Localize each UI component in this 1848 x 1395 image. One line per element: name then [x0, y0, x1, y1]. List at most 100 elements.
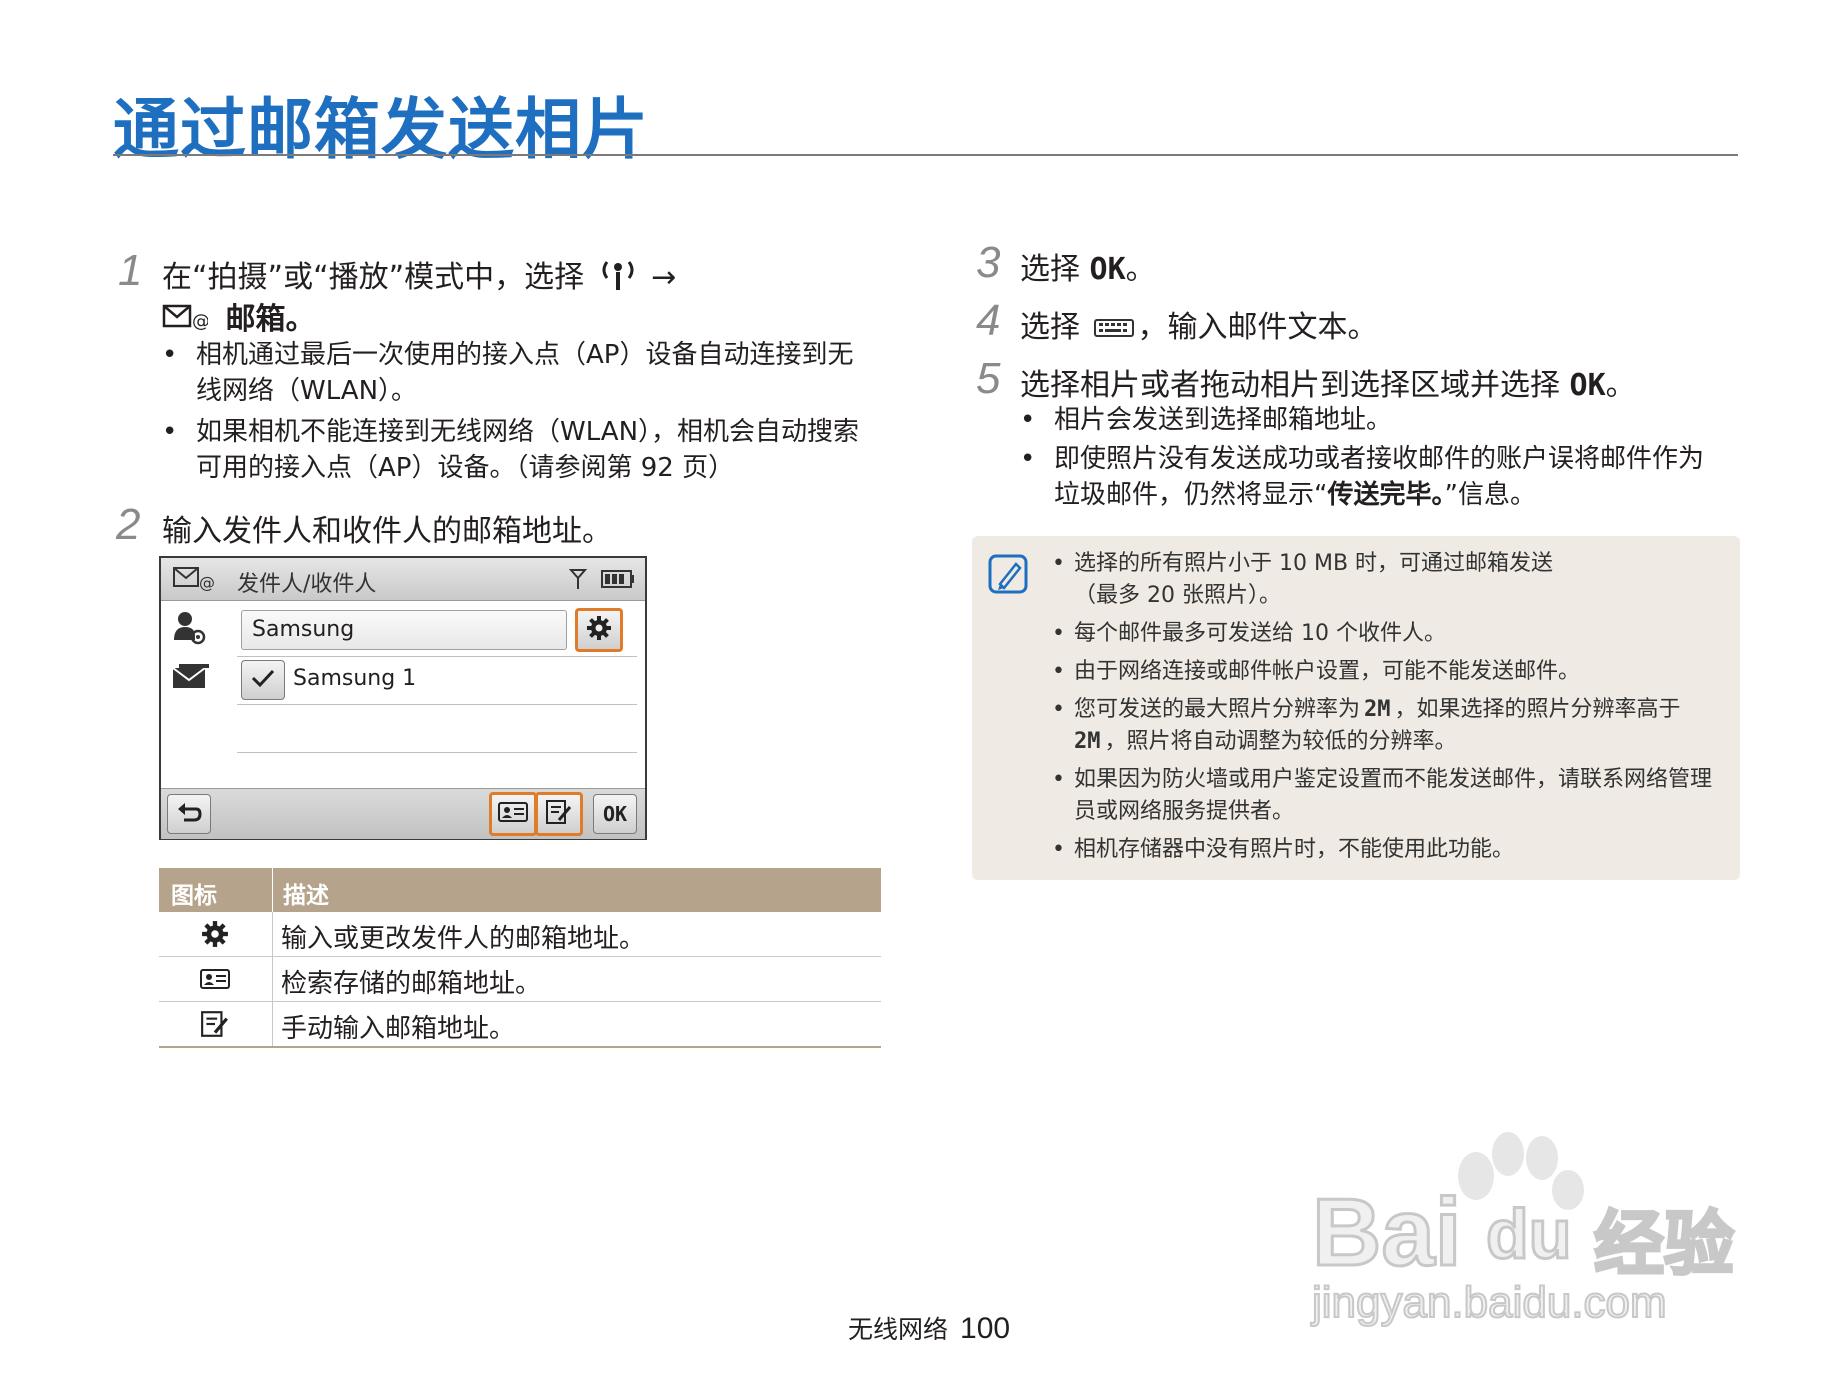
cell-divider [272, 1002, 273, 1046]
edit-note-icon [197, 1009, 233, 1039]
recipient-value: Samsung 1 [293, 666, 417, 691]
watermark-brand: Bai [1310, 1178, 1462, 1288]
bullet-text: 如果相机不能连接到无线网络（WLAN），相机会自动搜索 [196, 417, 860, 447]
note-item-3: • 由于网络连接或邮件帐户设置，可能不能发送邮件。 [1052, 656, 1714, 688]
step-5-bullet-1: • 相片会发送到选择邮箱地址。 [1020, 402, 1734, 438]
step-5-label: 选择相片或者拖动相片到选择区域并选择 [1020, 368, 1560, 403]
step-1-bullet-2: • 如果相机不能连接到无线网络（WLAN），相机会自动搜索 可用的接入点（AP）… [162, 414, 916, 486]
note-text: ，照片将自动调整为较低的分辨率。 [1104, 729, 1457, 754]
signal-icon [568, 568, 588, 594]
bullet-text: 线网络（WLAN）。 [196, 376, 418, 406]
ok-label: OK [602, 802, 628, 826]
sender-value: Samsung [252, 617, 355, 642]
watermark-url: jingyan.baidu.com [1311, 1277, 1668, 1328]
step-2-number: 2 [116, 500, 141, 549]
camera-header-title: 发件人/收件人 [237, 572, 377, 597]
camera-header-bar: @ 发件人/收件人 [161, 558, 645, 601]
manual-input-button[interactable] [535, 792, 583, 836]
col-icon-header: 图标 [171, 883, 217, 909]
note-text: 每个邮件最多可发送给 10 个收件人。 [1074, 621, 1446, 646]
email-icon: @ [173, 566, 215, 596]
note-text: 由于网络连接或邮件帐户设置，可能不能发送邮件。 [1074, 659, 1581, 684]
note-icon [988, 554, 1030, 600]
step-5-bullet-2: • 即使照片没有发送成功或者接收邮件的账户误将邮件作为 垃圾邮件，仍然将显示“传… [1020, 441, 1734, 513]
transfer-complete-message: 传送完毕。 [1327, 480, 1445, 510]
note-item-1: • 选择的所有照片小于 10 MB 时，可通过邮箱发送 （最多 20 张照片）。 [1052, 548, 1714, 612]
cell-divider [272, 957, 273, 1001]
row-divider [237, 704, 637, 705]
bullet-text-line-2: 垃圾邮件，仍然将显示“传送完毕。”信息。 [1054, 477, 1734, 513]
email-icon: @ [162, 303, 210, 339]
page-title: 通过邮箱发送相片 [113, 91, 649, 168]
step-4-number: 4 [976, 296, 1001, 345]
page-footer: 无线网络 100 [848, 1310, 1010, 1346]
step-1-number: 1 [118, 246, 143, 295]
table-row: 输入或更改发件人的邮箱地址。 [159, 912, 881, 957]
bullet-text: 相片会发送到选择邮箱地址。 [1054, 405, 1393, 435]
row-divider [237, 752, 637, 753]
note-text: ，如果选择的照片分辨率高于 [1394, 697, 1681, 722]
row-description: 输入或更改发件人的邮箱地址。 [281, 924, 646, 954]
note-item-2: • 每个邮件最多可发送给 10 个收件人。 [1052, 618, 1714, 650]
watermark-cn: 经验 [1593, 1202, 1736, 1287]
cell-divider [272, 912, 273, 956]
table-row: 检索存储的邮箱地址。 [159, 957, 881, 1002]
step-3-suffix: 。 [1125, 252, 1156, 287]
note-text: （最多 20 张照片）。 [1074, 583, 1281, 608]
recipients-icon [171, 662, 211, 696]
gear-icon [197, 919, 233, 949]
address-book-button[interactable] [489, 792, 537, 836]
note-text: 选择的所有照片小于 10 MB 时，可通过邮箱发送 [1074, 551, 1554, 576]
camera-bottom-bar: OK [161, 788, 645, 839]
ok-inline: OK [1569, 368, 1606, 403]
svg-text:@: @ [199, 573, 215, 592]
step-3-text: 选择 OK。 [1020, 244, 1156, 288]
contact-card-icon [498, 801, 528, 827]
note-box: • 选择的所有照片小于 10 MB 时，可通过邮箱发送 （最多 20 张照片）。… [972, 536, 1740, 880]
row-divider [237, 656, 637, 657]
note-text: 员或网络服务提供者。 [1074, 799, 1295, 824]
row-description: 手动输入邮箱地址。 [281, 1014, 516, 1044]
sender-gear-button[interactable] [575, 608, 623, 652]
ok-inline: OK [1089, 252, 1126, 287]
step-4-text: 选择 ，输入邮件文本。 [1020, 302, 1378, 346]
step-3-number: 3 [976, 238, 1001, 287]
back-button[interactable] [167, 794, 211, 834]
bullet-text: 可用的接入点（AP）设备。（请参阅第 92 页） [196, 453, 735, 483]
sender-settings-icon [173, 610, 207, 650]
step-2-text: 输入发件人和收件人的邮箱地址。 [162, 514, 612, 549]
note-text: 如果因为防火墙或用户鉴定设置而不能发送邮件，请联系网络管理 [1074, 767, 1713, 792]
note-text-line: 2M ，照片将自动调整为较低的分辨率。 [1074, 726, 1734, 758]
recipient-checkbox[interactable] [241, 660, 285, 700]
sender-field[interactable]: Samsung [241, 610, 567, 650]
ok-button[interactable]: OK [593, 794, 637, 834]
bullet-text: 垃圾邮件，仍然将显示“ [1054, 480, 1328, 510]
step-1-line-2: @ 邮箱。 [162, 294, 316, 339]
title-divider [113, 154, 1738, 156]
note-item-4: • 您可发送的最大照片分辨率为 2M ，如果选择的照片分辨率高于 2M ，照片将自动调… [1052, 694, 1734, 758]
svg-text:@: @ [192, 311, 208, 331]
note-text: 相机存储器中没有照片时，不能使用此功能。 [1074, 837, 1515, 862]
page-number: 100 [960, 1312, 1011, 1345]
footer-section: 无线网络 [848, 1315, 949, 1344]
bullet-text: 相机通过最后一次使用的接入点（AP）设备自动连接到无 [196, 340, 854, 370]
bullet-text: ”信息。 [1444, 480, 1536, 510]
keyboard-icon [1093, 311, 1134, 346]
resolution-2m-icon: 2M [1074, 729, 1101, 754]
step-5-number: 5 [976, 354, 1001, 403]
edit-note-icon [545, 799, 573, 829]
back-icon [176, 801, 202, 827]
contact-card-icon [197, 964, 233, 994]
check-icon [250, 668, 276, 692]
note-text-line: 您可发送的最大照片分辨率为 2M ，如果选择的照片分辨率高于 [1074, 694, 1734, 726]
step-1-bullet-1: • 相机通过最后一次使用的接入点（AP）设备自动连接到无 线网络（WLAN）。 [162, 337, 916, 409]
header-divider [272, 868, 273, 912]
step-3-label: 选择 [1020, 252, 1080, 287]
note-text: 您可发送的最大照片分辨率为 [1074, 697, 1361, 722]
baidu-watermark: Bai du 经验 jingyan.baidu.com [1310, 1118, 1750, 1328]
wifi-icon [598, 256, 638, 302]
note-item-6: • 相机存储器中没有照片时，不能使用此功能。 [1052, 834, 1714, 866]
step-5-text: 选择相片或者拖动相片到选择区域并选择 OK。 [1020, 360, 1636, 404]
camera-screen: @ 发件人/收件人 Samsung Samsung 1 OK [159, 556, 647, 840]
gear-icon [586, 615, 612, 645]
